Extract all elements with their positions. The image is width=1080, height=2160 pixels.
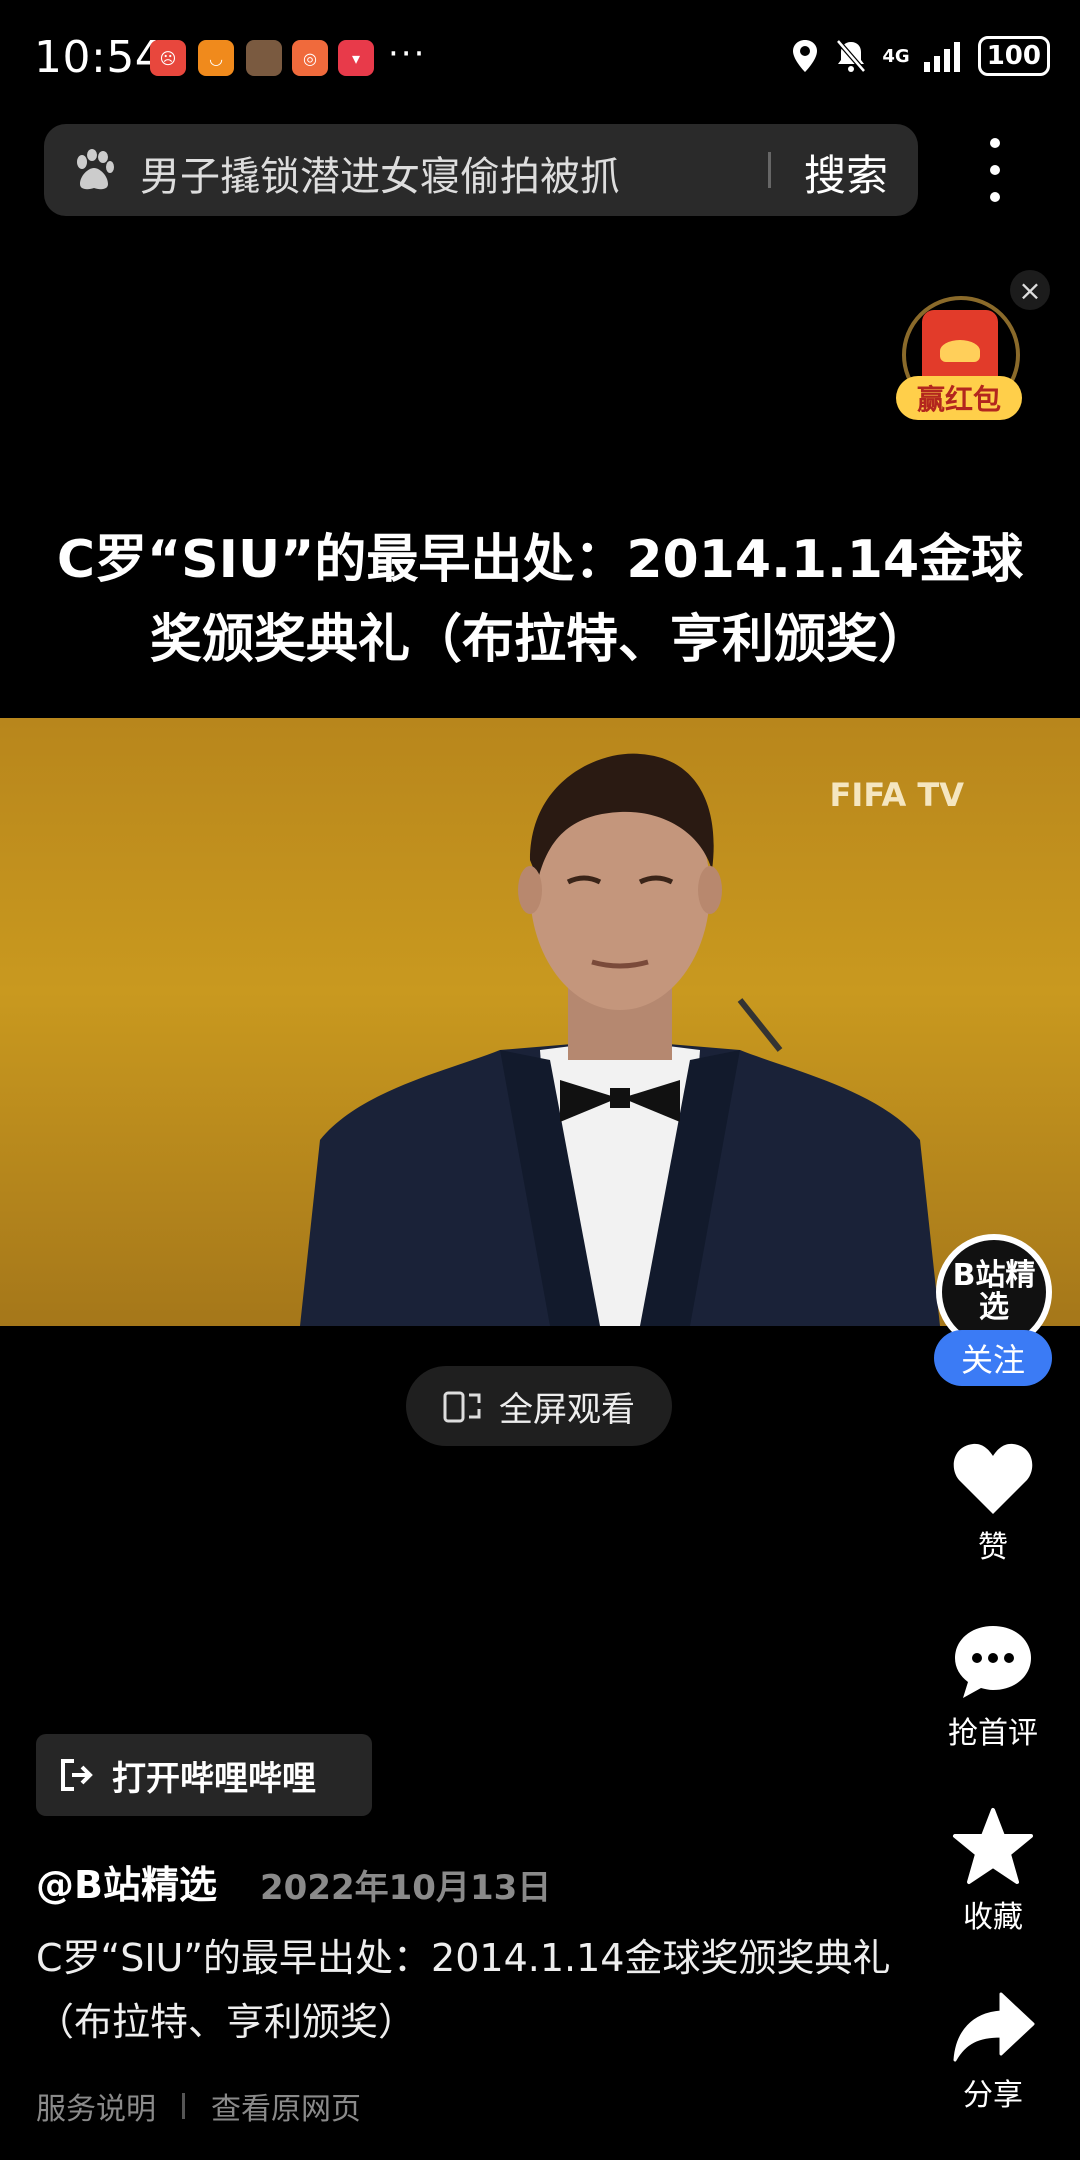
status-time: 10:54	[34, 32, 164, 83]
notification-app-icon: ◡	[198, 40, 234, 76]
notification-avatar-icon	[246, 40, 282, 76]
red-packet-widget[interactable]: 赢红包	[890, 296, 1030, 426]
share-action[interactable]: 分享	[930, 1990, 1056, 2114]
red-packet-label[interactable]: 赢红包	[896, 376, 1022, 420]
post-description: C罗“SIU”的最早出处：2014.1.14金球奖颁奖典礼（布拉特、亨利颁奖）	[36, 1936, 891, 2044]
share-arrow-icon	[953, 1992, 1035, 2062]
fullscreen-icon	[443, 1391, 481, 1423]
search-divider	[768, 152, 771, 188]
star-icon	[953, 1808, 1033, 1884]
post-title: C罗“SIU”的最早出处：2014.1.14金球奖颁奖典礼（布拉特、亨利颁奖）	[56, 530, 1024, 670]
comment-bubble-icon	[955, 1626, 1031, 1698]
network-type: 4G	[882, 45, 910, 67]
location-icon	[793, 40, 818, 72]
comment-action[interactable]: 抢首评	[930, 1622, 1056, 1752]
search-bar[interactable]: 男子撬锁潜进女寝偷拍被抓 搜索	[44, 124, 918, 216]
status-bar: 10:54 ☹ ◡ ◎ ▾ ··· 4G 100	[0, 0, 1080, 116]
more-notifications: ···	[388, 34, 427, 74]
favorite-label: 收藏	[963, 1900, 1023, 1935]
open-app-icon	[61, 1759, 93, 1791]
service-link[interactable]: 服务说明	[36, 2084, 156, 2128]
post-date: 2022年10月13日	[260, 1868, 552, 1908]
heart-icon	[953, 1443, 1033, 1514]
search-query[interactable]: 男子撬锁潜进女寝偷拍被抓	[140, 144, 620, 202]
footer-divider	[182, 2093, 185, 2119]
status-icons: 4G 100	[790, 36, 1050, 76]
open-bilibili-button[interactable]: 打开哔哩哔哩	[36, 1734, 372, 1816]
signal-icon	[923, 42, 960, 72]
search-button[interactable]: 搜索	[804, 142, 888, 203]
footer-links: 服务说明 查看原网页	[36, 2084, 361, 2128]
notification-app-icon: ▾	[338, 40, 374, 76]
favorite-action[interactable]: 收藏	[930, 1806, 1056, 1936]
baidu-paw-icon	[77, 149, 114, 190]
author-name[interactable]: @B站精选	[36, 1854, 217, 1909]
fullscreen-label: 全屏观看	[499, 1389, 635, 1430]
view-source-link[interactable]: 查看原网页	[211, 2084, 361, 2128]
battery-indicator: 100	[977, 36, 1050, 76]
notification-app-icon: ☹	[150, 40, 186, 76]
like-action[interactable]: 赞	[930, 1440, 1056, 1566]
fullscreen-button[interactable]: 全屏观看	[406, 1366, 672, 1446]
mute-bell-icon	[836, 39, 867, 73]
like-label: 赞	[978, 1530, 1008, 1565]
more-options-icon[interactable]	[980, 138, 1010, 202]
comment-label: 抢首评	[948, 1716, 1038, 1751]
video-frame-person	[300, 753, 940, 1326]
follow-button[interactable]: 关注	[934, 1330, 1052, 1386]
notification-app-icon: ◎	[292, 40, 328, 76]
share-label: 分享	[963, 2078, 1023, 2113]
open-bilibili-label: 打开哔哩哔哩	[112, 1758, 316, 1799]
